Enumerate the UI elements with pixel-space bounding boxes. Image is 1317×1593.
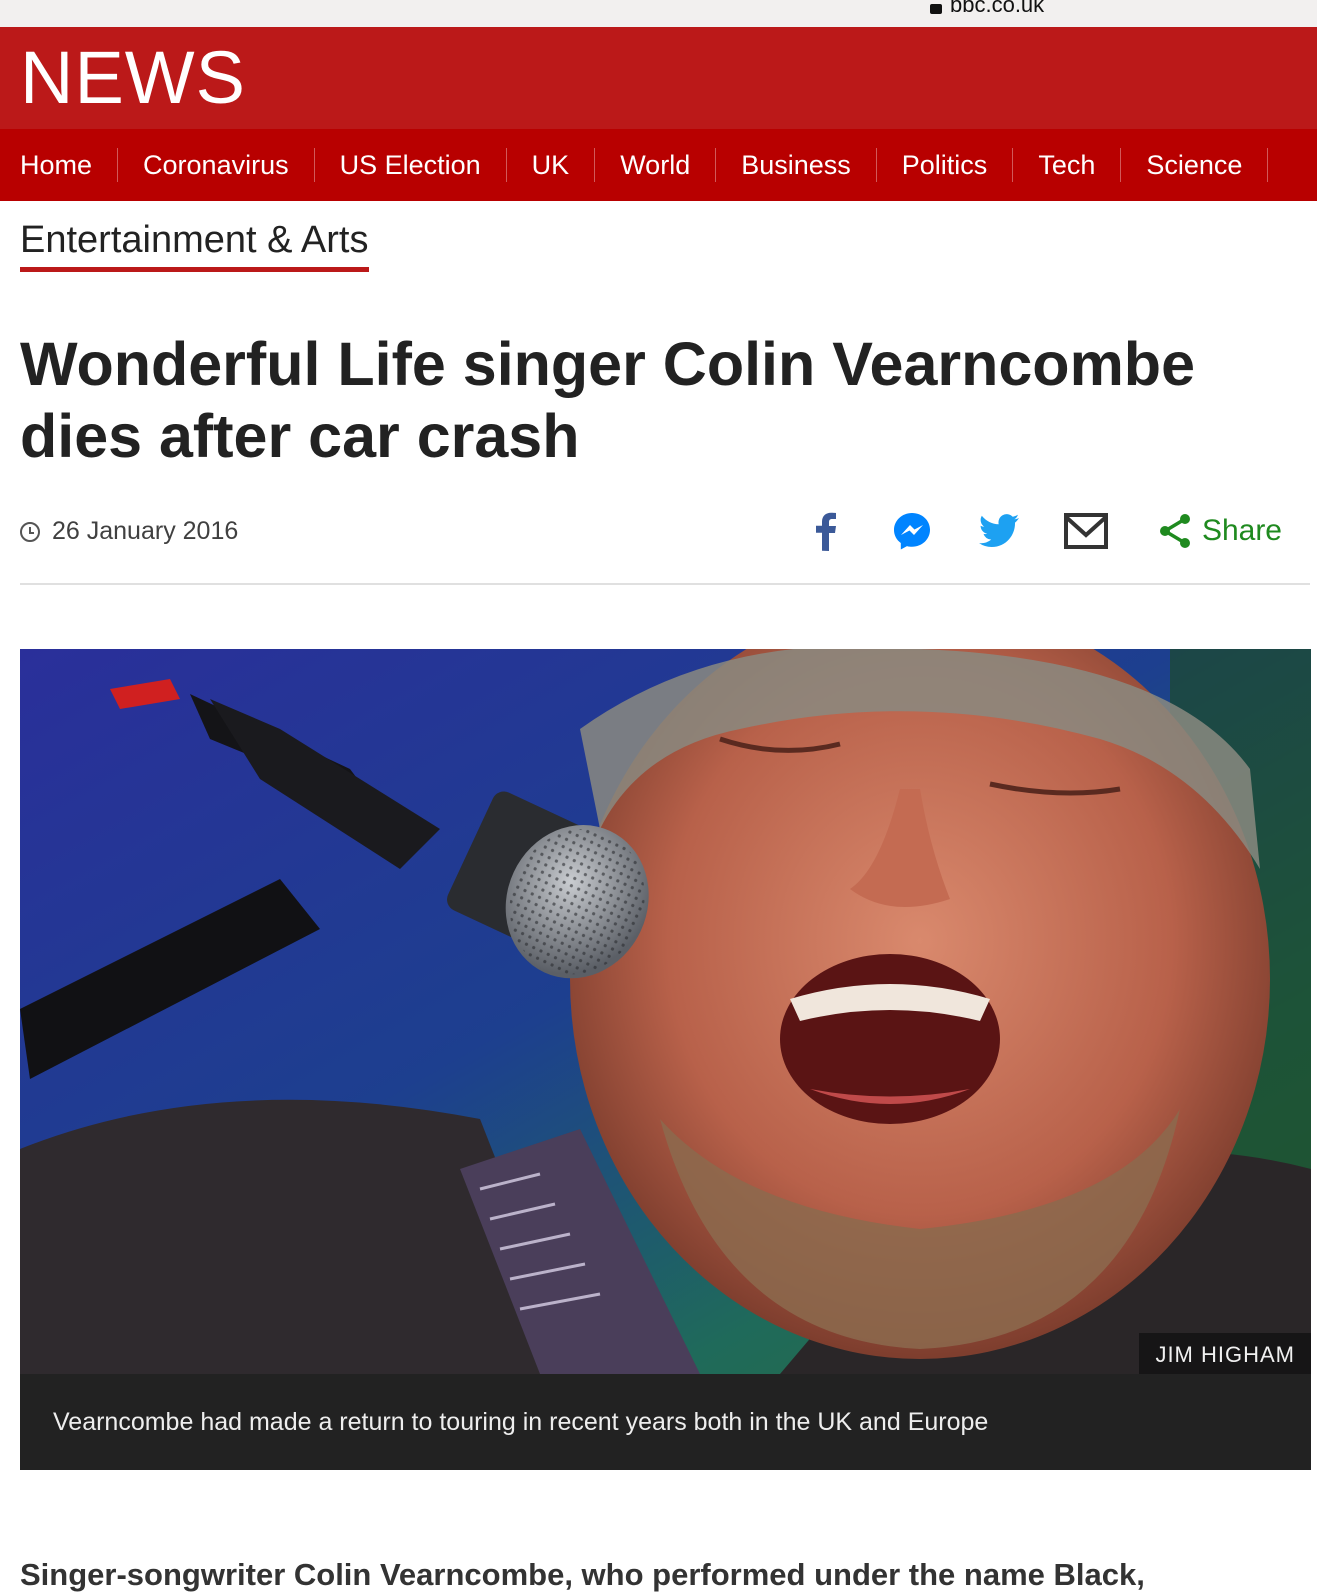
email-icon[interactable] — [1063, 509, 1108, 553]
clock-icon — [20, 521, 40, 542]
image-credit: JIM HIGHAM — [1139, 1333, 1311, 1374]
share-button[interactable]: Share — [1158, 513, 1282, 549]
main-navigation: Home Coronavirus US Election UK World Bu… — [0, 129, 1317, 201]
nav-item-us-election[interactable]: US Election — [315, 148, 507, 182]
lock-icon — [930, 4, 942, 14]
article-intro: Singer-songwriter Colin Vearncombe, who … — [20, 1557, 1145, 1592]
browser-url-bar[interactable]: bbc.co.uk — [0, 0, 1317, 27]
share-tools: Share — [803, 509, 1282, 553]
image-caption: Vearncombe had made a return to touring … — [20, 1374, 1311, 1470]
news-logo[interactable]: NEWS — [20, 35, 246, 120]
url-display[interactable]: bbc.co.uk — [930, 0, 1044, 18]
nav-item-politics[interactable]: Politics — [877, 148, 1014, 182]
url-text: bbc.co.uk — [950, 0, 1045, 17]
share-label: Share — [1201, 514, 1282, 547]
messenger-icon[interactable] — [890, 509, 934, 553]
nav-item-tech[interactable]: Tech — [1013, 148, 1122, 182]
nav-item-home[interactable]: Home — [0, 148, 119, 182]
nav-item-coronavirus[interactable]: Coronavirus — [118, 148, 315, 182]
facebook-icon[interactable] — [803, 509, 847, 553]
nav-item-world[interactable]: World — [595, 148, 717, 182]
date-text: 26 January 2016 — [52, 517, 239, 545]
article-headline: Wonderful Life singer Colin Vearncombe d… — [20, 330, 1195, 470]
nav-item-science[interactable]: Science — [1121, 148, 1269, 182]
publish-date: 26 January 2016 — [20, 517, 238, 546]
nav-item-business[interactable]: Business — [716, 148, 877, 182]
article-meta: 26 January 2016 Share — [20, 505, 1310, 585]
nav-item-uk[interactable]: UK — [507, 148, 596, 182]
section-label[interactable]: Entertainment & Arts — [20, 219, 369, 272]
share-icon — [1159, 514, 1190, 548]
masthead: NEWS — [0, 27, 1317, 129]
twitter-icon[interactable] — [977, 509, 1021, 553]
article-image: JIM HIGHAM — [20, 649, 1311, 1374]
singer-photo — [20, 649, 1311, 1374]
